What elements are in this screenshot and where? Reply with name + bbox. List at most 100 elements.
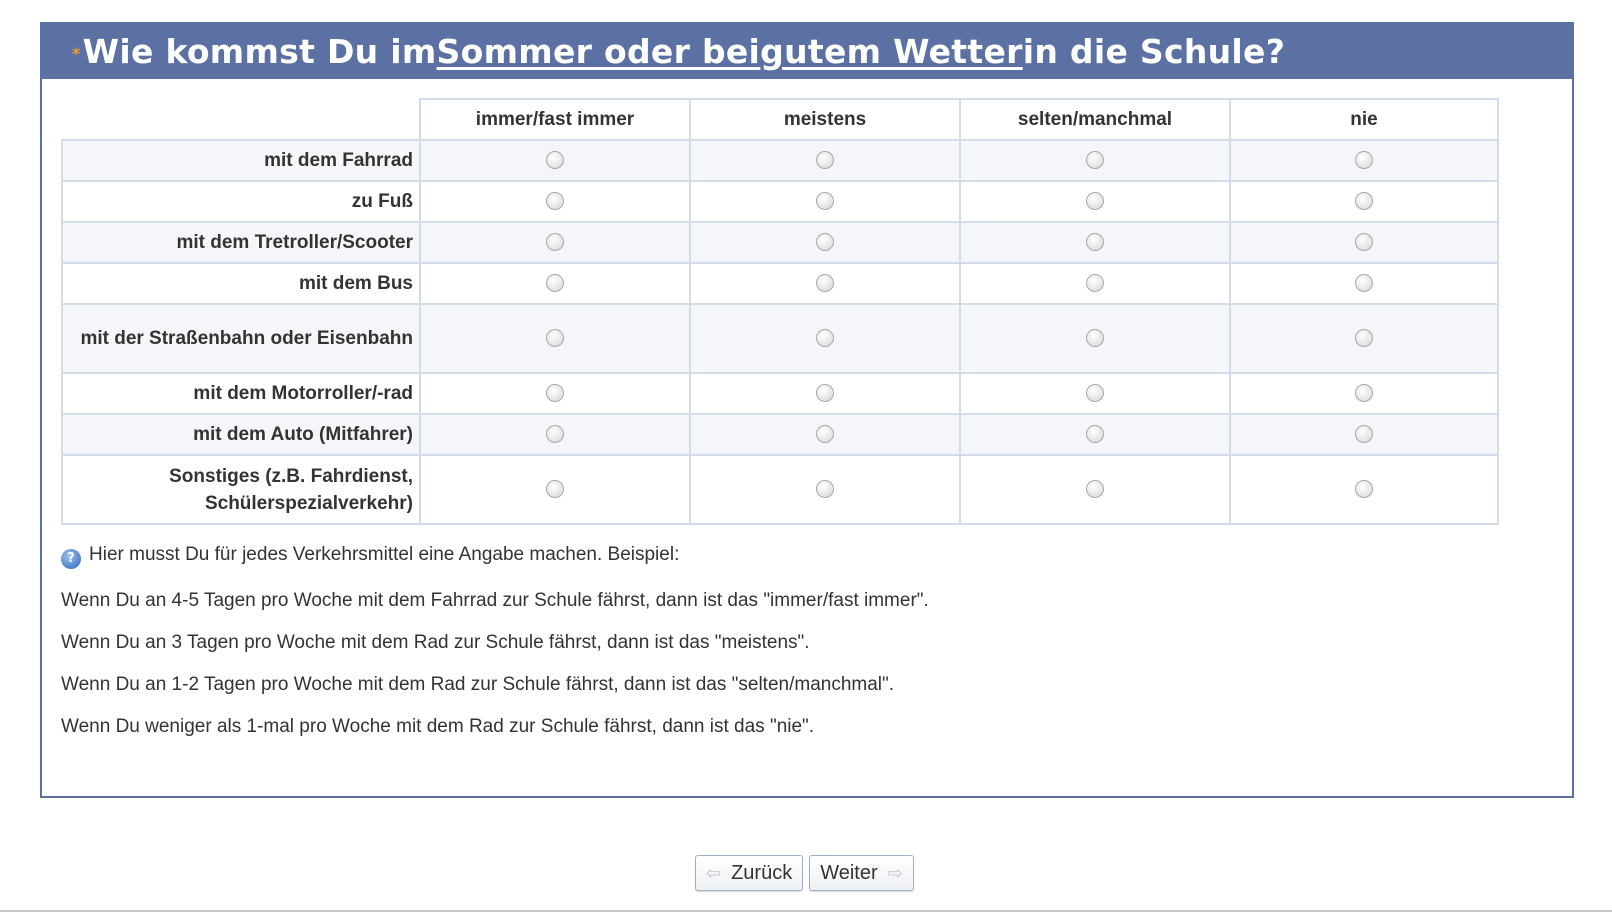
row-label: mit dem Auto (Mitfahrer)	[61, 413, 421, 456]
question-title: * Wie kommst Du im Sommer oder bei gutem …	[42, 24, 1572, 79]
question-title-lead: Wie kommst Du im	[82, 32, 437, 71]
row-label: Sonstiges (z.B. Fahrdienst, Schülerspezi…	[61, 454, 421, 525]
radio-button[interactable]	[816, 192, 834, 211]
radio-button[interactable]	[816, 425, 834, 444]
answer-cell	[689, 303, 961, 374]
arrow-left-icon: ⇦	[706, 862, 722, 883]
answer-cell	[689, 221, 961, 264]
back-button-label: Zurück	[731, 861, 793, 884]
matrix-row: mit der Straßenbahn oder Eisenbahn	[61, 303, 1499, 374]
radio-button[interactable]	[816, 274, 834, 293]
answer-cell	[689, 413, 961, 456]
answer-cell	[959, 303, 1231, 374]
answer-cell	[689, 139, 961, 182]
answer-cell	[689, 372, 961, 415]
radio-button[interactable]	[1355, 329, 1373, 348]
radio-button[interactable]	[816, 480, 834, 499]
matrix-row: mit dem Tretroller/Scooter	[61, 221, 1499, 264]
answer-cell	[1229, 221, 1499, 264]
required-marker: *	[72, 44, 81, 63]
radio-button[interactable]	[546, 274, 564, 293]
radio-button[interactable]	[816, 329, 834, 348]
answer-cell	[959, 139, 1231, 182]
radio-button[interactable]	[1086, 425, 1104, 444]
radio-button[interactable]	[546, 480, 564, 499]
radio-button[interactable]	[546, 151, 564, 170]
radio-button[interactable]	[1355, 425, 1373, 444]
radio-button[interactable]	[1086, 384, 1104, 403]
column-header: immer/fast immer	[419, 98, 691, 141]
matrix-corner	[62, 99, 420, 140]
radio-button[interactable]	[1355, 274, 1373, 293]
answer-cell	[959, 372, 1231, 415]
question-container: * Wie kommst Du im Sommer oder bei gutem …	[40, 22, 1574, 798]
radio-button[interactable]	[1086, 192, 1104, 211]
matrix-row: zu Fuß	[61, 180, 1499, 223]
answer-cell	[1229, 413, 1499, 456]
question-title-emphasis-2: gutem Wetter	[760, 32, 1023, 71]
question-title-tail: in die Schule?	[1022, 32, 1286, 71]
radio-button[interactable]	[1086, 151, 1104, 170]
answer-cell	[959, 413, 1231, 456]
help-line: ? Hier musst Du für jedes Verkehrsmittel …	[61, 544, 1521, 569]
radio-button[interactable]	[1355, 233, 1373, 252]
row-label: mit der Straßenbahn oder Eisenbahn	[61, 303, 421, 374]
answer-cell	[1229, 454, 1499, 525]
answer-cell	[1229, 180, 1499, 223]
back-button[interactable]: ⇦ Zurück	[695, 855, 804, 891]
answer-cell	[959, 180, 1231, 223]
radio-button[interactable]	[546, 425, 564, 444]
radio-button[interactable]	[816, 233, 834, 252]
radio-button[interactable]	[1355, 192, 1373, 211]
help-line: Wenn Du an 4-5 Tagen pro Woche mit dem F…	[61, 590, 929, 611]
radio-button[interactable]	[1086, 480, 1104, 499]
help-line: Wenn Du weniger als 1-mal pro Woche mit …	[61, 716, 815, 737]
answer-cell	[689, 262, 961, 305]
answer-cell	[419, 372, 691, 415]
next-button[interactable]: Weiter ⇨	[809, 855, 914, 891]
help-icon: ?	[61, 549, 81, 569]
answer-cell	[959, 454, 1231, 525]
answer-cell	[1229, 303, 1499, 374]
matrix-row: mit dem Motorroller/-rad	[61, 372, 1499, 415]
answer-cell	[419, 221, 691, 264]
help-line-text: Hier musst Du für jedes Verkehrsmittel e…	[89, 544, 680, 565]
answer-cell	[689, 454, 961, 525]
next-button-label: Weiter	[820, 861, 878, 884]
answer-cell	[1229, 139, 1499, 182]
matrix-row: mit dem Auto (Mitfahrer)	[61, 413, 1499, 456]
answer-cell	[959, 221, 1231, 264]
answer-cell	[419, 413, 691, 456]
column-header: nie	[1229, 98, 1499, 141]
column-header: meistens	[689, 98, 961, 141]
radio-button[interactable]	[546, 233, 564, 252]
radio-button[interactable]	[1086, 329, 1104, 348]
answer-cell	[689, 180, 961, 223]
help-line: Wenn Du an 1-2 Tagen pro Woche mit dem R…	[61, 674, 895, 695]
radio-button[interactable]	[1086, 233, 1104, 252]
matrix-row: Sonstiges (z.B. Fahrdienst, Schülerspezi…	[61, 454, 1499, 525]
radio-button[interactable]	[546, 384, 564, 403]
answer-cell	[419, 180, 691, 223]
radio-button[interactable]	[816, 151, 834, 170]
answer-cell	[419, 139, 691, 182]
navigation-bar: ⇦ Zurück Weiter ⇨	[695, 855, 914, 891]
arrow-right-icon: ⇨	[887, 862, 903, 883]
matrix-header-row: immer/fast immer meistens selten/manchma…	[62, 98, 1499, 141]
radio-button[interactable]	[816, 384, 834, 403]
help-text-block: ? Hier musst Du für jedes Verkehrsmittel …	[61, 544, 1521, 758]
radio-button[interactable]	[1355, 151, 1373, 170]
radio-button[interactable]	[1355, 384, 1373, 403]
help-line: Wenn Du an 3 Tagen pro Woche mit dem Rad…	[61, 632, 810, 653]
radio-button[interactable]	[1355, 480, 1373, 499]
row-label: mit dem Bus	[61, 262, 421, 305]
radio-button[interactable]	[1086, 274, 1104, 293]
row-label: mit dem Tretroller/Scooter	[61, 221, 421, 264]
row-label: mit dem Motorroller/-rad	[61, 372, 421, 415]
radio-button[interactable]	[546, 192, 564, 211]
answer-cell	[419, 303, 691, 374]
radio-button[interactable]	[546, 329, 564, 348]
answer-cell	[1229, 372, 1499, 415]
column-header: selten/manchmal	[959, 98, 1231, 141]
row-label: mit dem Fahrrad	[61, 139, 421, 182]
